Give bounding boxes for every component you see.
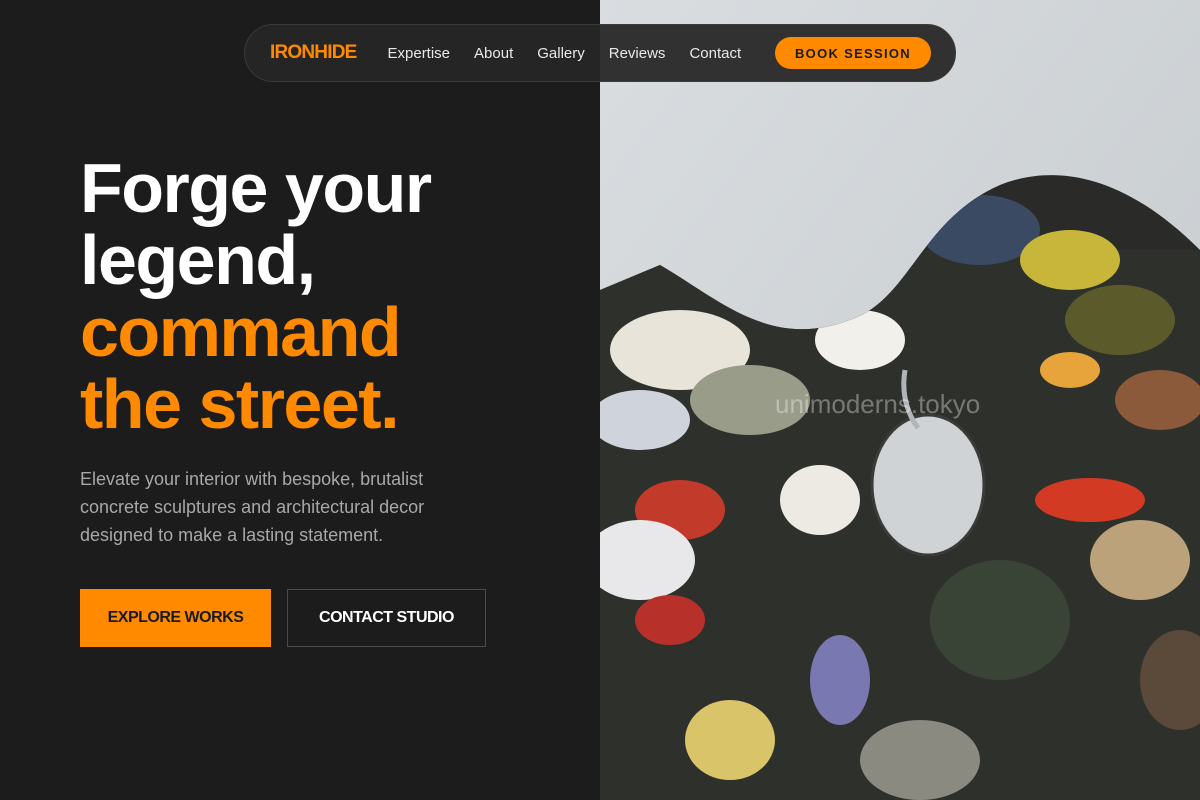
hero-image: unimoderns.tokyo <box>600 0 1200 800</box>
nav-links: Expertise About Gallery Reviews Contact <box>388 45 742 62</box>
nav-link-expertise[interactable]: Expertise <box>388 45 451 62</box>
headline-line-2: legend, <box>80 221 316 299</box>
headline-line-4: the street. <box>80 365 400 443</box>
nav-link-about[interactable]: About <box>474 45 513 62</box>
hero-headline: Forge your legend, command the street. <box>80 152 580 440</box>
contact-studio-button[interactable]: CONTACT STUDIO <box>287 589 486 647</box>
book-session-button[interactable]: BOOK SESSION <box>774 37 931 69</box>
top-navigation: IRONHIDE Expertise About Gallery Reviews… <box>244 24 956 82</box>
nav-link-gallery[interactable]: Gallery <box>537 45 585 62</box>
hero-subtitle: Elevate your interior with bespoke, brut… <box>80 469 425 545</box>
headline-line-3: command <box>80 293 402 371</box>
nav-link-reviews[interactable]: Reviews <box>609 45 666 62</box>
nav-link-contact[interactable]: Contact <box>689 45 741 62</box>
paint-palette-image: unimoderns.tokyo <box>600 0 1200 800</box>
image-watermark: unimoderns.tokyo <box>775 389 980 419</box>
brand-logo[interactable]: IRONHIDE <box>270 42 357 64</box>
explore-works-button[interactable]: EXPLORE WORKS <box>80 589 271 647</box>
headline-line-1: Forge your <box>80 149 432 227</box>
